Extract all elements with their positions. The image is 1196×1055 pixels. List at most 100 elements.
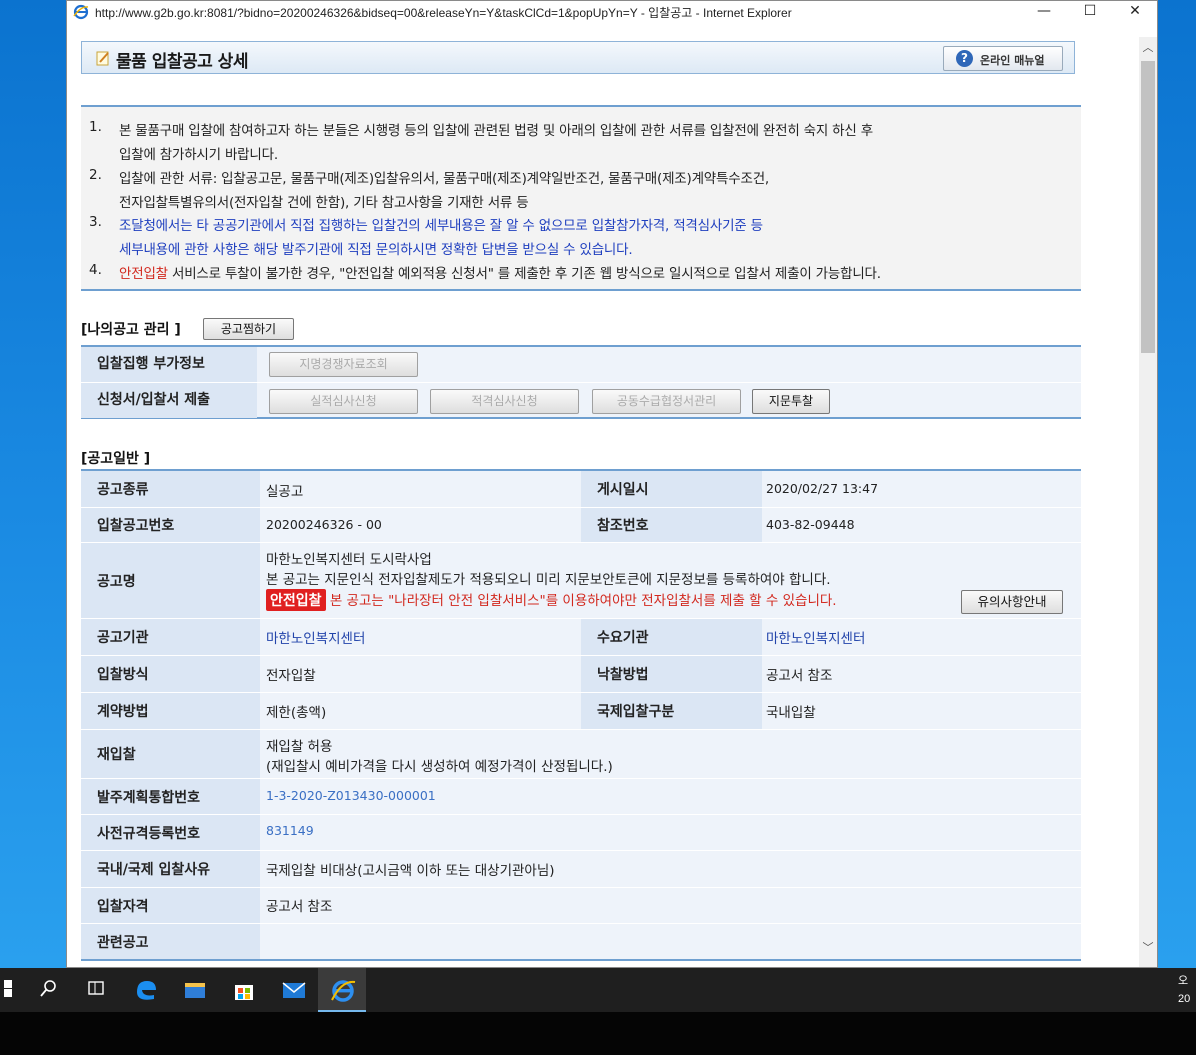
scrollbar-thumb[interactable] (1141, 61, 1155, 353)
my-section-title: [나의공고 관리 ] (81, 322, 181, 338)
my-actions-table: 입찰집행 부가정보 신청서/입찰서 제출 지명경쟁자료조회 실적심사신청 적격심… (81, 345, 1081, 419)
notice-3-line1: 조달청에서는 타 공공기관에서 직접 집행하는 입찰건의 세부내용은 잘 알 수… (119, 218, 763, 234)
mail-button[interactable] (269, 968, 317, 1012)
folder-icon (185, 983, 205, 998)
value-announcement-name: 마한노인복지센터 도시락사업 (266, 552, 432, 568)
label-announcing-agency: 공고기관 (81, 619, 260, 655)
value-contract-method: 제한(총액) (266, 705, 327, 721)
joint-supply-button[interactable]: 공동수급협정서관리 (592, 389, 741, 414)
notice-box: 1. 본 물품구매 입찰에 참여하고자 하는 분들은 시행령 등의 입찰에 관련… (81, 105, 1081, 291)
value-announcement-type: 실공고 (266, 484, 304, 500)
row-label-submission: 신청서/입찰서 제출 (81, 383, 257, 418)
value-international-bid: 국내입찰 (766, 705, 816, 721)
label-announcement-type: 공고종류 (81, 471, 260, 507)
taskbar: 오 20 (0, 968, 1196, 1012)
safe-bid-notice-line: 안전입찰 본 공고는 "나라장터 안전 입찰서비스"를 이용하여야만 전자입찰서… (266, 589, 837, 611)
vertical-scrollbar[interactable]: ︿ ﹀ (1139, 37, 1157, 967)
table-row: 계약방법 제한(총액) 국제입찰구분 국내입찰 (81, 693, 1081, 730)
label-related-announcement: 관련공고 (81, 924, 260, 959)
clock-time: 오 (1178, 975, 1189, 987)
title-bar: http://www.g2b.go.kr:8081/?bidno=2020024… (67, 1, 1157, 23)
page-header: 물품 입찰공고 상세 ? 온라인 매뉴얼 (81, 41, 1075, 74)
label-posted-date: 게시일시 (581, 471, 762, 507)
value-prespec-number[interactable]: 831149 (266, 823, 314, 838)
notice-num-3: 3. (89, 214, 102, 230)
value-bid-number: 20200246326 - 00 (266, 517, 382, 532)
edge-button[interactable] (122, 968, 170, 1012)
notice-1-line2: 입찰에 참가하시기 바랍니다. (119, 147, 278, 163)
scroll-down-icon[interactable]: ﹀ (1139, 939, 1157, 957)
label-bid-number: 입찰공고번호 (81, 508, 260, 542)
value-posted-date: 2020/02/27 13:47 (766, 481, 879, 496)
edge-icon (137, 981, 156, 1000)
task-view-button[interactable] (74, 968, 122, 1012)
table-row: 사전규격등록번호 831149 (81, 815, 1081, 851)
store-icon (235, 985, 253, 1000)
search-icon (40, 980, 56, 997)
notice-4-line: 안전입찰 서비스로 투찰이 불가한 경우, "안전입찰 예외적용 신청서" 를 … (119, 262, 881, 282)
table-row: 공고기관 마한노인복지센터 수요기관 마한노인복지센터 (81, 619, 1081, 656)
notice-num-4: 4. (89, 262, 102, 278)
online-manual-label: 온라인 매뉴얼 (980, 54, 1045, 67)
bottom-black-bar (0, 1012, 1196, 1055)
scroll-up-icon[interactable]: ︿ (1139, 39, 1157, 57)
notice-1-line1: 본 물품구매 입찰에 참여하고자 하는 분들은 시행령 등의 입찰에 관련된 법… (119, 123, 873, 139)
file-explorer-button[interactable] (171, 968, 219, 1012)
general-section-title: [공고일반 ] (81, 451, 151, 467)
table-row: 재입찰 재입찰 허용 (재입찰시 예비가격을 다시 생성하여 예정가격이 산정됩… (81, 730, 1081, 779)
table-row: 입찰방식 전자입찰 낙찰방법 공고서 참조 (81, 656, 1081, 693)
page-content: 물품 입찰공고 상세 ? 온라인 매뉴얼 1. 본 물품구매 입찰에 참여하고자… (67, 23, 1139, 967)
minimize-button[interactable]: — (1021, 1, 1067, 23)
ie-window: http://www.g2b.go.kr:8081/?bidno=2020024… (66, 0, 1158, 968)
label-bid-method: 입찰방식 (81, 656, 260, 692)
fingerprint-notice: 본 공고는 지문인식 전자입찰제도가 적용되오니 미리 지문보안토큰에 지문정보… (266, 572, 831, 588)
table-row: 입찰자격 공고서 참조 (81, 888, 1081, 924)
general-info-table: 공고종류 실공고 게시일시 2020/02/27 13:47 입찰공고번호 20… (81, 469, 1081, 961)
close-button[interactable]: ✕ (1112, 1, 1157, 23)
label-bid-reason: 국내/국제 입찰사유 (81, 851, 260, 887)
window-title: http://www.g2b.go.kr:8081/?bidno=2020024… (95, 6, 792, 20)
bookmark-button[interactable]: 공고찜하기 (203, 318, 294, 340)
value-order-plan-number[interactable]: 1-3-2020-Z013430-000001 (266, 788, 436, 803)
value-bid-reason: 국제입찰 비대상(고시금액 이하 또는 대상기관아님) (266, 863, 555, 879)
notice-num-1: 1. (89, 119, 102, 135)
system-clock[interactable]: 오 20 (1178, 972, 1190, 1008)
safe-bid-link[interactable]: 안전입찰 (119, 266, 168, 282)
label-prespec-number: 사전규격등록번호 (81, 815, 260, 850)
search-button[interactable] (26, 968, 74, 1012)
safe-bid-badge: 안전입찰 (266, 589, 326, 611)
label-contract-method: 계약방법 (81, 693, 260, 729)
store-button[interactable] (220, 968, 268, 1012)
value-award-method: 공고서 참조 (766, 668, 833, 684)
start-button[interactable] (0, 968, 28, 1012)
value-announcing-agency[interactable]: 마한노인복지센터 (266, 627, 365, 647)
qualification-review-button[interactable]: 적격심사신청 (430, 389, 579, 414)
label-reference-number: 참조번호 (581, 508, 762, 542)
notice-2-line2: 전자입찰특별유의서(전자입찰 건에 한함), 기타 참고사항을 기재한 서류 등 (119, 195, 529, 211)
row-label-extra-info: 입찰집행 부가정보 (81, 347, 257, 382)
ie-taskbar-button[interactable] (318, 968, 366, 1012)
value-reference-number: 403-82-09448 (766, 517, 855, 532)
maximize-button[interactable]: ☐ (1067, 1, 1113, 23)
notice-num-2: 2. (89, 167, 102, 183)
value-bid-method: 전자입찰 (266, 668, 316, 684)
table-row: 공고종류 실공고 게시일시 2020/02/27 13:47 (81, 471, 1081, 508)
table-row: 입찰공고번호 20200246326 - 00 참조번호 403-82-0944… (81, 508, 1081, 543)
notice-3-line2: 세부내용에 관한 사항은 해당 발주기관에 직접 문의하시면 정확한 답변을 받… (119, 242, 633, 258)
table-row: 공고명 마한노인복지센터 도시락사업 본 공고는 지문인식 전자입찰제도가 적용… (81, 543, 1081, 619)
caution-guide-button[interactable]: 유의사항안내 (961, 590, 1063, 614)
clock-date: 20 (1178, 993, 1191, 1005)
online-manual-button[interactable]: ? 온라인 매뉴얼 (943, 46, 1063, 71)
label-international-bid: 국제입찰구분 (581, 693, 762, 729)
performance-review-button[interactable]: 실적심사신청 (269, 389, 418, 414)
safe-bid-notice: 본 공고는 "나라장터 안전 입찰서비스"를 이용하여야만 전자입찰서를 제출 … (329, 593, 837, 609)
designated-competition-button[interactable]: 지명경쟁자료조회 (269, 352, 418, 377)
memo-icon (96, 51, 109, 66)
notice-2-line1: 입찰에 관한 서류: 입찰공고문, 물품구매(제조)입찰유의서, 물품구매(제조… (119, 171, 770, 187)
label-announcement-name: 공고명 (81, 543, 260, 618)
task-view-icon (88, 981, 104, 995)
value-bid-qualification: 공고서 참조 (266, 899, 333, 915)
internet-explorer-icon (331, 980, 356, 1002)
fingerprint-bid-button[interactable]: 지문투찰 (752, 389, 830, 414)
value-demand-agency[interactable]: 마한노인복지센터 (766, 627, 865, 647)
